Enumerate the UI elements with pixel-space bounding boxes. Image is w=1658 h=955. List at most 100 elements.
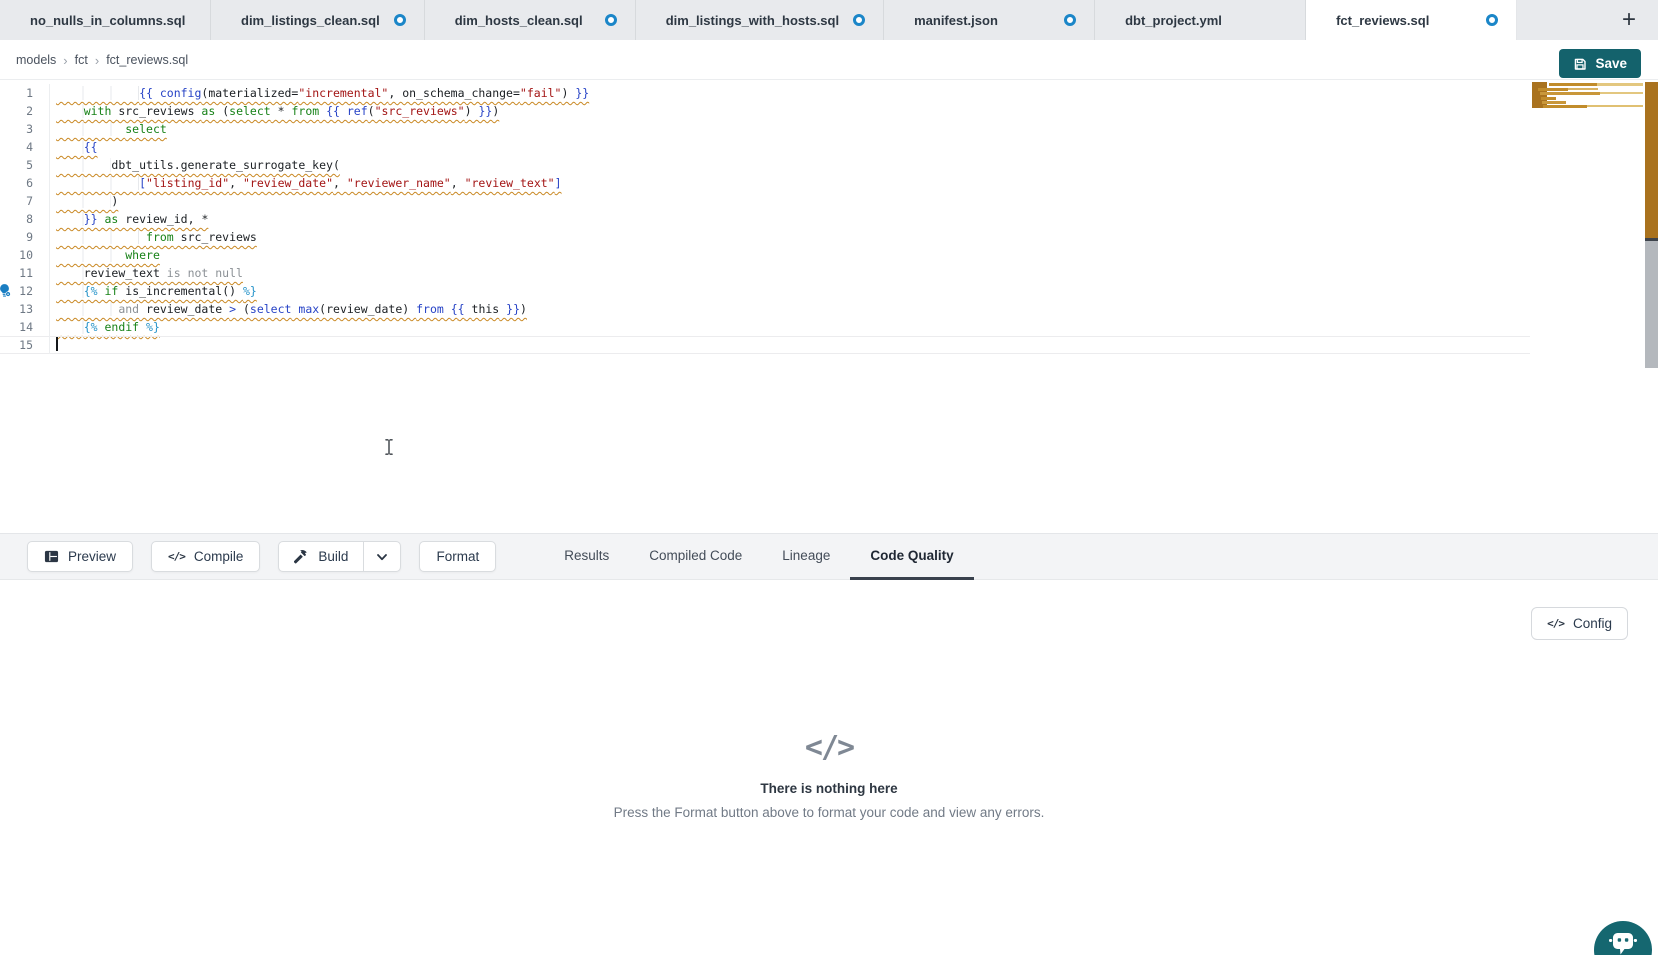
code-line-15[interactable]: 15	[0, 336, 1530, 354]
file-tab-dim_listings_clean-sql[interactable]: dim_listings_clean.sql	[211, 0, 425, 40]
minimap-code-bar	[1542, 101, 1566, 104]
code-lines[interactable]: 1 {{ config(materialized="incremental", …	[0, 84, 1530, 354]
line-content[interactable]: and review_date > (select max(review_dat…	[50, 300, 1530, 318]
code-icon: </>	[168, 550, 185, 563]
code-line-1[interactable]: 1 {{ config(materialized="incremental", …	[0, 84, 1530, 102]
file-tab-label: no_nulls_in_columns.sql	[30, 13, 185, 28]
panel-tab-lineage[interactable]: Lineage	[762, 533, 850, 580]
code-editor[interactable]: 1 {{ config(materialized="incremental", …	[0, 80, 1658, 533]
code-line-10[interactable]: 10 where	[0, 246, 1530, 264]
code-line-11[interactable]: 11 review_text is not null	[0, 264, 1530, 282]
code-line-12[interactable]: 12 {% if is_incremental() %}	[0, 282, 1530, 300]
preview-icon	[44, 549, 59, 564]
unsaved-changes-dot	[605, 14, 617, 26]
panel-tab-results[interactable]: Results	[544, 533, 629, 580]
unsaved-changes-dot	[394, 14, 406, 26]
line-content[interactable]: with src_reviews as (select * from {{ re…	[50, 102, 1530, 120]
build-options-dropdown[interactable]	[363, 542, 400, 571]
file-tab-label: dim_listings_clean.sql	[241, 13, 380, 28]
code-line-6[interactable]: 6 ["listing_id", "review_date", "reviewe…	[0, 174, 1530, 192]
results-panel: </> Config </> There is nothing here Pre…	[0, 580, 1658, 955]
code-line-14[interactable]: 14 {% endif %}	[0, 318, 1530, 336]
code-line-2[interactable]: 2 with src_reviews as (select * from {{ …	[0, 102, 1530, 120]
breadcrumb-models[interactable]: models	[16, 53, 56, 67]
code-line-5[interactable]: 5 dbt_utils.generate_surrogate_key(	[0, 156, 1530, 174]
line-number: 5	[0, 156, 50, 174]
line-content[interactable]: from src_reviews	[50, 228, 1530, 246]
compile-button[interactable]: </> Compile	[151, 541, 260, 572]
file-tab-dim_listings_with_hosts-sql[interactable]: dim_listings_with_hosts.sql	[636, 0, 884, 40]
editor-header: models › fct › fct_reviews.sql Save	[0, 40, 1658, 80]
line-number: 8	[0, 210, 50, 228]
chevron-down-icon	[376, 551, 388, 563]
hammer-icon	[294, 549, 309, 564]
format-label: Format	[436, 549, 479, 564]
file-tab-fct_reviews-sql[interactable]: fct_reviews.sql	[1306, 0, 1517, 40]
line-content[interactable]: select	[50, 120, 1530, 138]
file-tab-dim_hosts_clean-sql[interactable]: dim_hosts_clean.sql	[425, 0, 636, 40]
lightbulb-icon[interactable]	[0, 283, 12, 298]
line-content[interactable]: review_text is not null	[50, 264, 1530, 282]
panel-tab-code-quality[interactable]: Code Quality	[850, 533, 973, 580]
code-line-7[interactable]: 7 )	[0, 192, 1530, 210]
build-button-group: Build	[278, 541, 401, 572]
code-line-9[interactable]: 9 from src_reviews	[0, 228, 1530, 246]
code-line-4[interactable]: 4 {{	[0, 138, 1530, 156]
line-content[interactable]	[50, 336, 1530, 354]
line-content[interactable]: {% endif %}	[50, 318, 1530, 336]
line-content[interactable]: where	[50, 246, 1530, 264]
format-button[interactable]: Format	[419, 541, 496, 572]
file-tab-label: dbt_project.yml	[1125, 13, 1222, 28]
minimap[interactable]	[1532, 81, 1645, 113]
minimap-code-bar	[1587, 105, 1643, 107]
unsaved-changes-dot	[1486, 14, 1498, 26]
code-text: ["listing_id", "review_date", "reviewer_…	[56, 176, 562, 190]
preview-button[interactable]: Preview	[27, 541, 133, 572]
code-text: {% endif %}	[56, 320, 160, 334]
code-text: and review_date > (select max(review_dat…	[56, 302, 527, 316]
code-text: }} as review_id, *	[56, 212, 208, 226]
code-line-8[interactable]: 8 }} as review_id, *	[0, 210, 1530, 228]
new-tab-button[interactable]: +	[1614, 5, 1644, 35]
chatbot-button[interactable]	[1594, 921, 1652, 955]
line-content[interactable]: )	[50, 192, 1530, 210]
panel-tab-compiled-code[interactable]: Compiled Code	[629, 533, 762, 580]
code-line-13[interactable]: 13 and review_date > (select max(review_…	[0, 300, 1530, 318]
line-number: 4	[0, 138, 50, 156]
save-button[interactable]: Save	[1559, 49, 1641, 78]
line-number: 14	[0, 318, 50, 336]
line-content[interactable]: }} as review_id, *	[50, 210, 1530, 228]
minimap-code-bar	[1538, 88, 1568, 91]
file-tab-no_nulls_in_columns-sql[interactable]: no_nulls_in_columns.sql	[0, 0, 211, 40]
preview-label: Preview	[68, 549, 116, 564]
breadcrumb-fct[interactable]: fct	[75, 53, 88, 67]
unsaved-changes-dot	[1064, 14, 1076, 26]
code-text: {{ config(materialized="incremental", on…	[56, 86, 589, 100]
line-content[interactable]: {{	[50, 138, 1530, 156]
line-content[interactable]: ["listing_id", "review_date", "reviewer_…	[50, 174, 1530, 192]
overview-ruler[interactable]	[1645, 80, 1658, 533]
code-text: {{	[56, 140, 98, 154]
chevron-right-icon: ›	[63, 53, 67, 68]
line-content[interactable]: dbt_utils.generate_surrogate_key(	[50, 156, 1530, 174]
line-number: 10	[0, 246, 50, 264]
line-content[interactable]: {{ config(materialized="incremental", on…	[50, 84, 1530, 102]
file-tab-dbt_project-yml[interactable]: dbt_project.yml	[1095, 0, 1306, 40]
minimap-code-bar	[1543, 105, 1587, 108]
line-number: 6	[0, 174, 50, 192]
panel-tab-bar: ResultsCompiled CodeLineageCode Quality	[544, 533, 973, 580]
file-tab-bar: no_nulls_in_columns.sql dim_listings_clea…	[0, 0, 1658, 40]
file-tab-manifest-json[interactable]: manifest.json	[884, 0, 1095, 40]
scrollbar-thumb[interactable]	[1645, 241, 1658, 368]
robot-icon	[1607, 930, 1639, 955]
text-caret	[56, 337, 58, 351]
line-content[interactable]: {% if is_incremental() %}	[50, 282, 1530, 300]
code-line-3[interactable]: 3 select	[0, 120, 1530, 138]
empty-state-title: There is nothing here	[0, 781, 1658, 796]
line-number: 3	[0, 120, 50, 138]
build-button[interactable]: Build	[279, 542, 363, 571]
build-label: Build	[318, 549, 348, 564]
breadcrumb-file[interactable]: fct_reviews.sql	[106, 53, 188, 67]
minimap-code-bar	[1597, 83, 1643, 86]
file-tab-label: fct_reviews.sql	[1336, 13, 1429, 28]
